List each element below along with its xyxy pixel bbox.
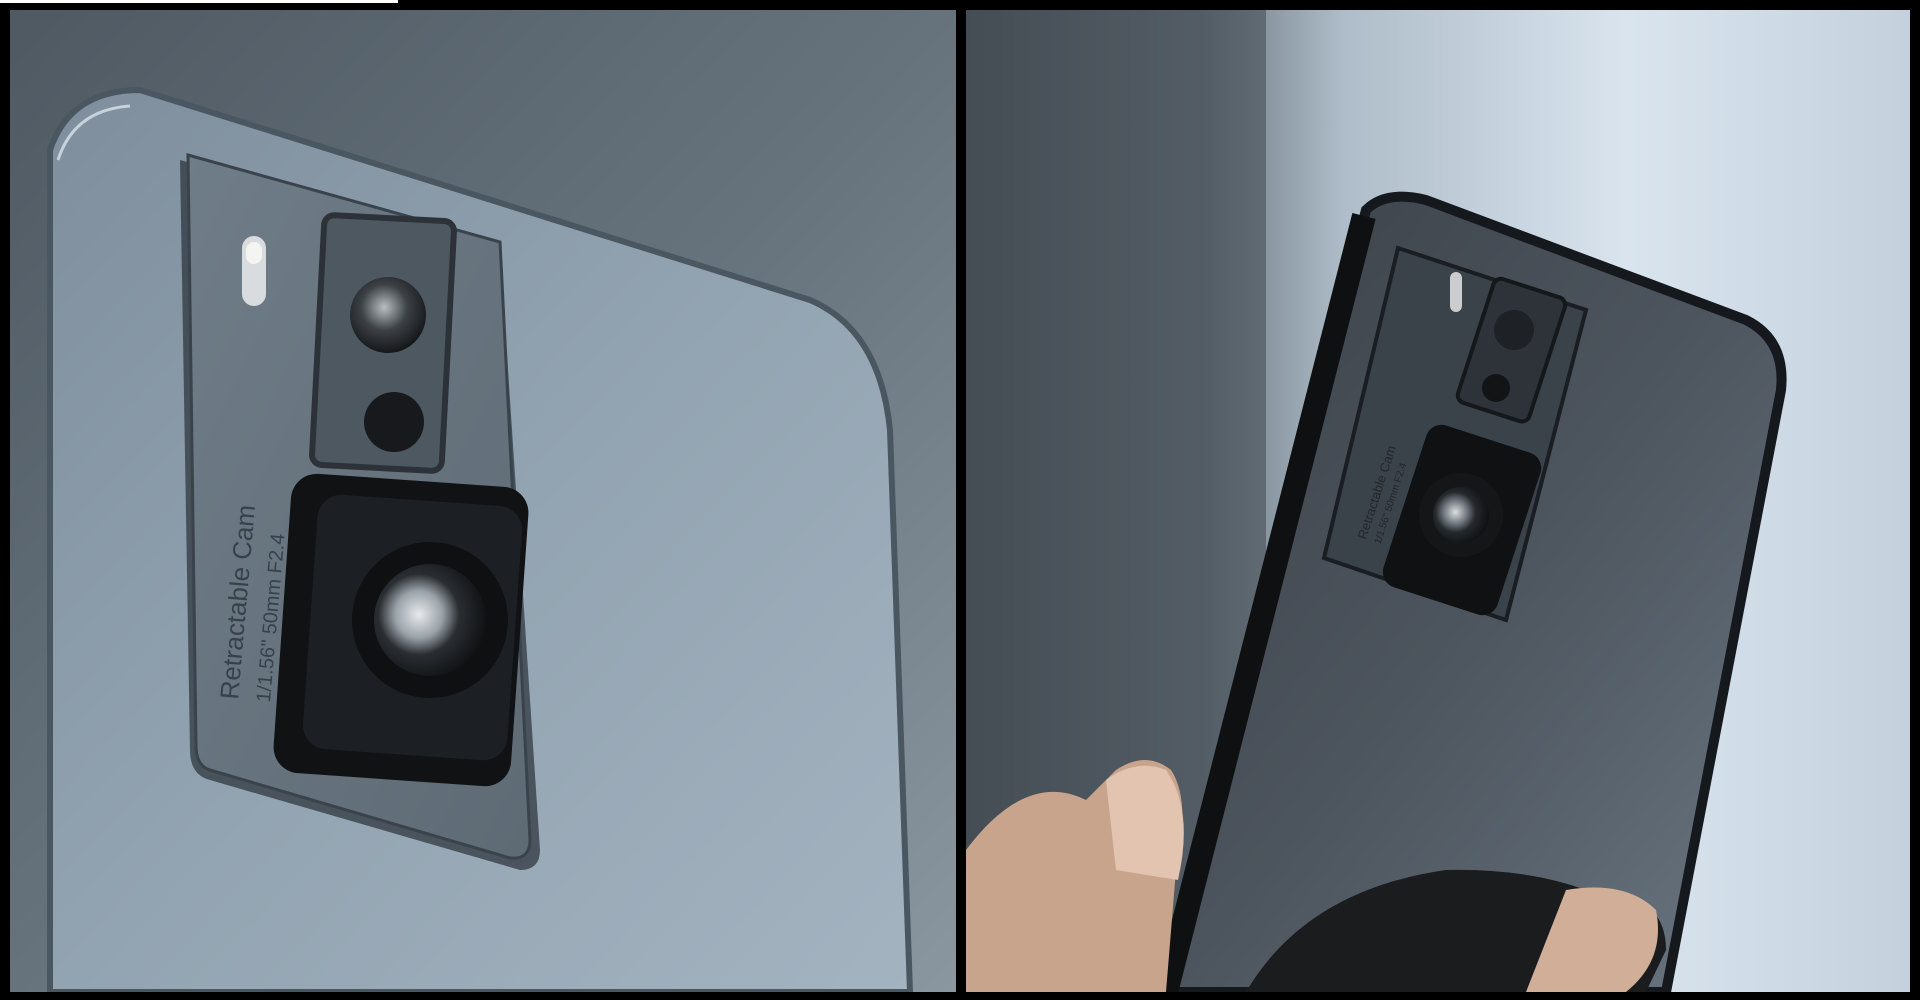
right-photo: Retractable Cam 1/1.56" 50mm F2.4 (966, 10, 1910, 992)
main-lens (374, 564, 486, 676)
main-lens (1433, 487, 1489, 543)
right-photo-panel: Retractable Cam 1/1.56" 50mm F2.4 (966, 10, 1910, 992)
wide-lens (350, 277, 426, 353)
flash-icon (1450, 272, 1462, 312)
camera-module: Retractable Cam 1/1.56" 50mm F2.4 (180, 153, 540, 870)
depth-lens (364, 392, 424, 452)
depth-lens (1482, 374, 1510, 402)
wide-lens (1494, 310, 1534, 350)
left-photo: Retractable Cam 1/1.56" 50mm F2.4 (10, 10, 956, 992)
left-photo-panel: Retractable Cam 1/1.56" 50mm F2.4 (10, 10, 956, 992)
top-border-line (0, 0, 398, 3)
